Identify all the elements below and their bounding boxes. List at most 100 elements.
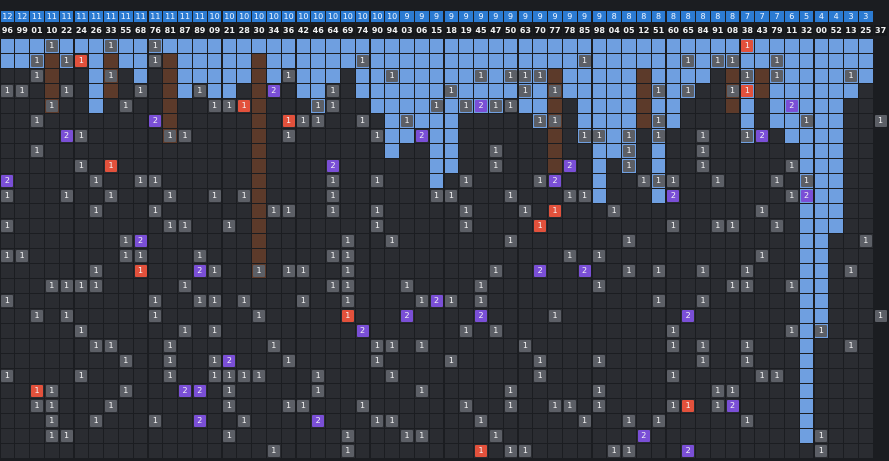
revealed-cell[interactable] (666, 98, 681, 113)
board-cell[interactable] (503, 323, 518, 338)
board-cell[interactable] (148, 443, 163, 458)
board-cell[interactable] (651, 383, 666, 398)
board-cell[interactable] (207, 173, 222, 188)
board-cell[interactable] (385, 353, 400, 368)
revealed-cell[interactable] (222, 83, 237, 98)
board-cell[interactable] (355, 248, 370, 263)
board-cell[interactable] (15, 278, 30, 293)
board-cell[interactable] (400, 218, 414, 233)
cell-number-badge[interactable]: 1 (741, 354, 754, 367)
board-cell[interactable] (710, 263, 725, 278)
cell-number-badge[interactable]: 1 (105, 69, 117, 82)
board-cell[interactable] (104, 113, 118, 128)
revealed-cell[interactable] (385, 53, 400, 68)
cell-number-badge[interactable]: 1 (652, 84, 665, 97)
cell-number-badge[interactable]: 1 (282, 69, 295, 82)
cell-number-badge[interactable]: 1 (282, 129, 295, 142)
cell-number-badge[interactable]: 1 (504, 444, 517, 457)
board-cell[interactable] (814, 353, 829, 368)
board-cell[interactable] (444, 338, 459, 353)
board-cell[interactable] (44, 113, 59, 128)
revealed-cell[interactable] (814, 188, 829, 203)
board-cell[interactable] (178, 113, 192, 128)
board-cell[interactable] (237, 428, 252, 443)
cell-number-badge[interactable]: 1 (623, 159, 635, 172)
cell-number-badge[interactable]: 1 (697, 144, 709, 157)
board-cell[interactable] (355, 413, 370, 428)
board-cell[interactable] (844, 293, 858, 308)
cell-number-badge[interactable]: 1 (401, 279, 413, 292)
board-cell[interactable] (844, 353, 858, 368)
revealed-cell[interactable] (296, 53, 311, 68)
flag-column-cell[interactable] (252, 83, 266, 98)
cell-number-badge[interactable]: 1 (149, 174, 162, 187)
cell-number-badge[interactable]: 1 (711, 174, 724, 187)
board-cell[interactable] (133, 413, 148, 428)
cell-number-badge[interactable]: 1 (60, 189, 73, 202)
board-cell[interactable] (370, 278, 385, 293)
revealed-cell[interactable] (814, 173, 829, 188)
board-cell[interactable] (237, 398, 252, 413)
board-cell[interactable] (207, 428, 222, 443)
board-cell[interactable] (548, 413, 562, 428)
cell-number-badge[interactable]: 1 (45, 279, 58, 292)
board-cell[interactable] (178, 143, 192, 158)
board-cell[interactable] (651, 233, 666, 248)
board-cell[interactable] (74, 338, 89, 353)
board-cell[interactable] (548, 428, 562, 443)
board-cell[interactable] (118, 323, 133, 338)
board-cell[interactable] (666, 263, 681, 278)
board-cell[interactable] (592, 203, 607, 218)
board-cell[interactable] (681, 383, 696, 398)
board-cell[interactable] (148, 233, 163, 248)
board-cell[interactable] (15, 233, 30, 248)
board-cell[interactable] (237, 278, 252, 293)
board-cell[interactable] (474, 248, 488, 263)
board-cell[interactable] (696, 383, 710, 398)
cell-number-badge[interactable]: 1 (193, 294, 206, 307)
board-cell[interactable] (30, 203, 44, 218)
board-cell[interactable] (237, 353, 252, 368)
board-cell[interactable] (385, 278, 400, 293)
board-cell[interactable] (163, 248, 178, 263)
cell-number-badge[interactable]: 1 (105, 39, 117, 52)
board-cell[interactable] (89, 233, 104, 248)
board-cell[interactable] (858, 443, 873, 458)
board-cell[interactable] (414, 218, 429, 233)
board-cell[interactable] (710, 338, 725, 353)
board-cell[interactable] (770, 233, 784, 248)
board-cell[interactable] (710, 83, 725, 98)
revealed-cell[interactable] (799, 383, 814, 398)
board-cell[interactable] (681, 113, 696, 128)
board-cell[interactable] (710, 113, 725, 128)
board-cell[interactable] (311, 293, 326, 308)
flag-column-cell[interactable] (163, 68, 178, 83)
revealed-cell[interactable] (89, 68, 104, 83)
revealed-cell[interactable] (814, 218, 829, 233)
revealed-cell[interactable] (444, 98, 459, 113)
cell-number-badge[interactable]: 2 (134, 234, 147, 247)
board-cell[interactable] (844, 218, 858, 233)
board-cell[interactable] (740, 398, 755, 413)
cell-number-badge[interactable]: 1 (371, 174, 384, 187)
revealed-cell[interactable] (755, 38, 770, 53)
cell-number-badge[interactable]: 1 (785, 279, 798, 292)
board-cell[interactable] (311, 428, 326, 443)
board-cell[interactable] (474, 263, 488, 278)
cell-number-badge[interactable]: 1 (475, 444, 487, 457)
board-cell[interactable] (0, 383, 15, 398)
revealed-cell[interactable] (459, 53, 474, 68)
cell-number-badge[interactable]: 1 (105, 159, 117, 172)
cell-number-badge[interactable]: 1 (593, 354, 606, 367)
board-cell[interactable] (444, 263, 459, 278)
board-cell[interactable] (0, 443, 15, 458)
board-cell[interactable] (444, 173, 459, 188)
board-cell[interactable] (755, 338, 770, 353)
board-cell[interactable] (296, 158, 311, 173)
board-cell[interactable] (163, 233, 178, 248)
board-cell[interactable] (281, 233, 296, 248)
cell-number-badge[interactable]: 1 (31, 309, 43, 322)
board-cell[interactable] (0, 158, 15, 173)
board-cell[interactable] (0, 203, 15, 218)
board-cell[interactable] (666, 203, 681, 218)
